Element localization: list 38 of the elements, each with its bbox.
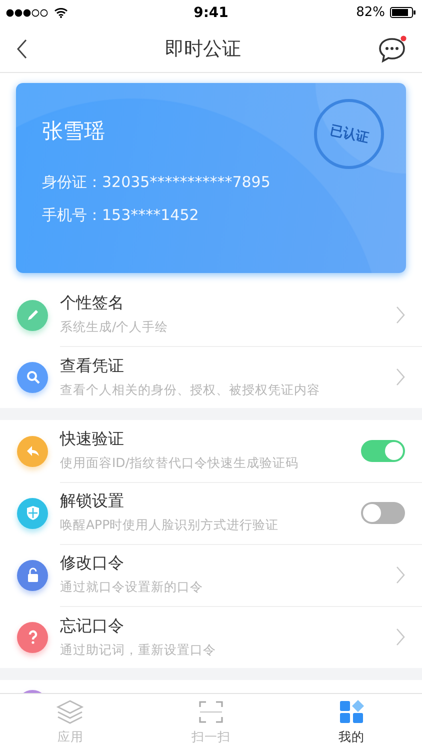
grid-icon	[338, 698, 366, 724]
row-title: 个性签名	[60, 293, 125, 314]
field-value: 32035***********7895	[102, 173, 270, 191]
row-subtitle: 唤醒APP时使用人脸识别方式进行验证	[60, 517, 279, 534]
field-label: 身份证：	[42, 173, 102, 191]
page-title: 即时公证	[165, 36, 241, 62]
row-title: 忘记口令	[60, 616, 125, 636]
chevron-icon	[396, 566, 405, 584]
status-time: 9:41	[194, 4, 228, 20]
chevron-icon	[396, 368, 405, 386]
layers-icon	[56, 698, 84, 724]
field-value: 153****1452	[102, 206, 199, 224]
row-title: 查看凭证	[60, 356, 125, 376]
wifi-icon	[54, 7, 68, 18]
tab-button[interactable]: 我的	[281, 694, 422, 750]
toggle-switch[interactable]	[361, 502, 405, 524]
back-icon[interactable]	[16, 38, 28, 58]
holder-name: 张雪瑶	[42, 118, 105, 145]
tab-button[interactable]: 扫一扫	[140, 694, 282, 750]
row-subtitle: 通过就口令设置新的口令	[60, 579, 203, 596]
row-title: 解锁设置	[60, 491, 125, 512]
tab-button[interactable]: 应用	[0, 694, 141, 750]
row-subtitle: 通过助记词，重新设置口令	[60, 642, 216, 658]
row-subtitle: 查看个人相关的身份、授权、被授权凭证内容	[60, 382, 320, 398]
row-subtitle: 系统生成/个人手绘	[60, 319, 168, 336]
scan-icon	[197, 698, 225, 724]
toggle-switch[interactable]	[361, 440, 405, 462]
row-subtitle: 使用面容ID/指纹替代口令快速生成验证码	[60, 455, 299, 472]
chevron-icon	[396, 306, 405, 324]
row-title: 快速验证	[60, 429, 125, 450]
field-label: 手机号：	[42, 206, 102, 224]
chat-icon[interactable]	[378, 34, 408, 62]
chevron-icon	[396, 628, 405, 646]
verified-stamp: 已认证	[314, 99, 384, 169]
row-title: 修改口令	[60, 553, 125, 574]
signal-icon	[6, 8, 50, 16]
battery-percent: 82%	[356, 5, 385, 20]
battery-icon	[390, 7, 416, 18]
